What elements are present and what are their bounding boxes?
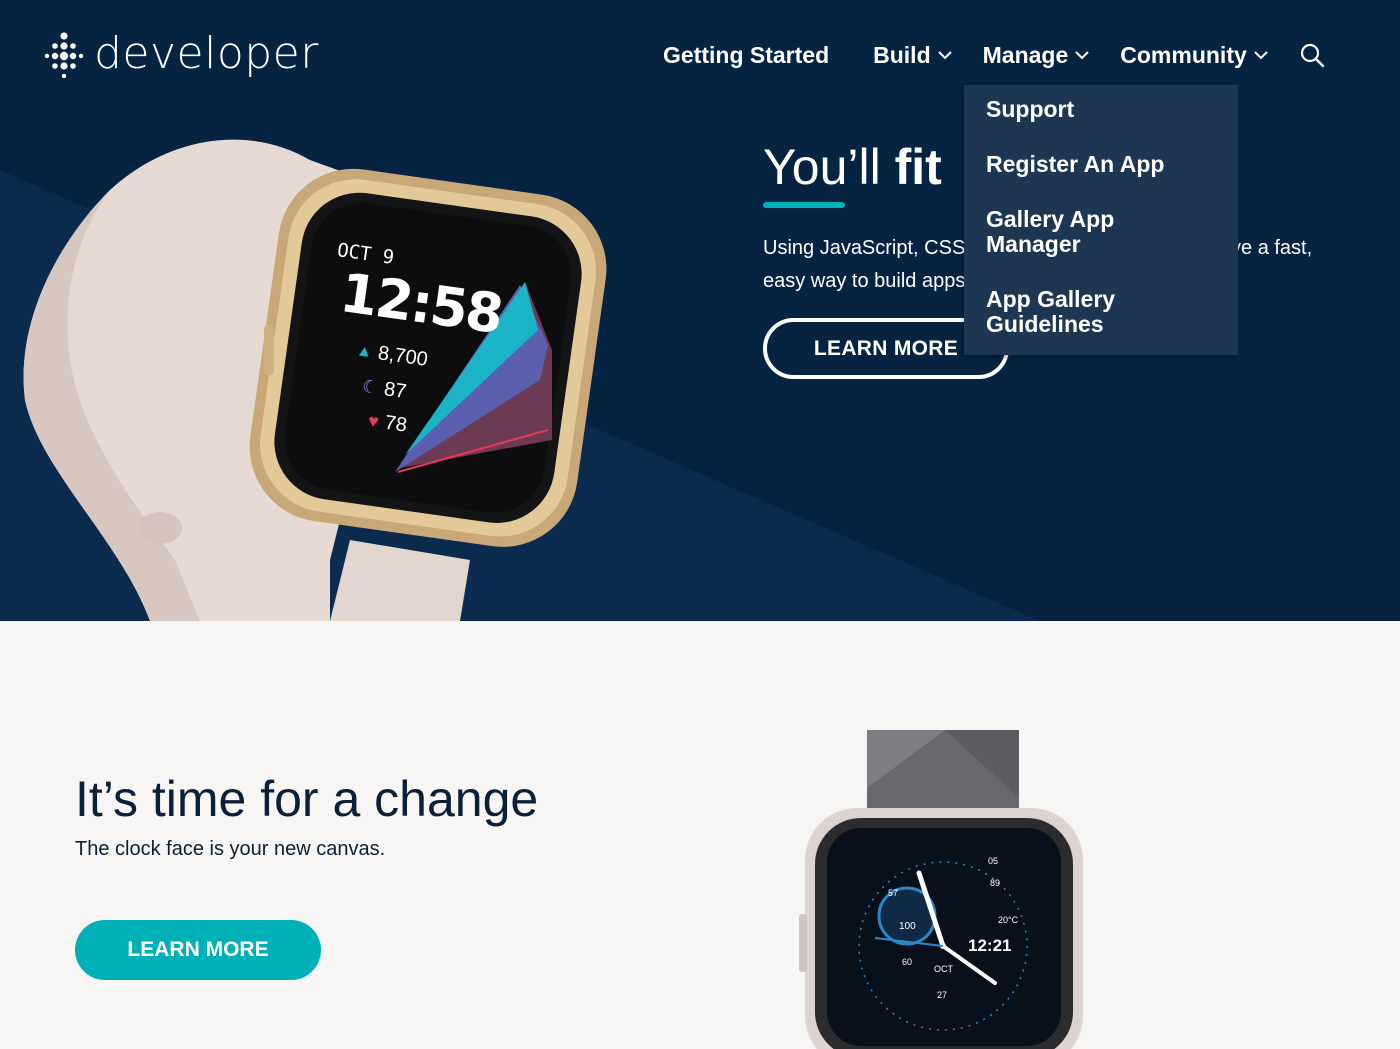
nav-community-label: Community [1120, 41, 1247, 68]
shoe-icon: ▲ [355, 341, 374, 361]
nav-getting-started[interactable]: Getting Started [663, 38, 829, 72]
hero-title: You’ll fit [763, 138, 942, 196]
promo-watch-image [799, 730, 1083, 1049]
heart-icon: ♥ [366, 410, 381, 432]
hero-title-light: You’ll [763, 139, 895, 195]
menu-item-support[interactable]: Support [964, 97, 1238, 122]
developer-logo[interactable]: developer [44, 28, 319, 79]
promo-watch-top-num: 05 [988, 856, 999, 866]
hero-title-bold: fit [894, 139, 942, 195]
promo-watch-time: 12:21 [968, 936, 1012, 955]
menu-item-gallery-app-manager[interactable]: Gallery App Manager [964, 207, 1154, 257]
menu-item-app-gallery-guidelines[interactable]: App Gallery Guidelines [964, 287, 1154, 337]
nav-build[interactable]: Build [873, 38, 953, 72]
promo-watch-battery: 100 [899, 921, 916, 932]
promo-watch-avg: 89 [990, 878, 1001, 888]
promo-watch-goal: 57 [888, 888, 899, 898]
promo-watch-date-month: OCT [934, 964, 953, 974]
fitbit-dots-icon [44, 31, 84, 78]
hero-title-underline [763, 202, 845, 208]
nav-manage[interactable]: Manage [983, 38, 1091, 72]
promo-watch-heart-rate: 60 [902, 957, 913, 967]
promo-watch-date-day: 27 [937, 990, 948, 1000]
hero-section: OCT 9 12:58 ▲ 8,700 ☾ 87 ♥ 78 developer … [0, 0, 1400, 621]
chevron-down-icon [1075, 51, 1089, 60]
search-icon[interactable] [1299, 42, 1325, 68]
logo-text: developer [94, 28, 319, 79]
promo-watch-temp: 20°C [998, 915, 1019, 925]
moon-icon: ☾ [360, 376, 380, 399]
nav-manage-label: Manage [982, 41, 1069, 68]
nav-community[interactable]: Community [1120, 38, 1269, 72]
manage-dropdown-menu: Support Register An App Gallery App Mana… [964, 85, 1238, 355]
promo-subtitle: The clock face is your new canvas. [75, 838, 386, 860]
promo-title: It’s time for a change [75, 771, 539, 827]
promo-learn-more-button[interactable]: LEARN MORE [75, 920, 321, 980]
hero-watch-image [23, 139, 607, 621]
menu-item-register-app[interactable]: Register An App [964, 152, 1238, 177]
chevron-down-icon [1254, 51, 1268, 60]
main-nav: Getting Started Build Manage Community [663, 38, 1325, 72]
sleep-value: 87 [382, 378, 408, 403]
nav-build-label: Build [873, 41, 931, 68]
chevron-down-icon [937, 51, 952, 60]
nav-getting-started-label: Getting Started [663, 41, 830, 68]
heart-value: 78 [383, 411, 409, 437]
